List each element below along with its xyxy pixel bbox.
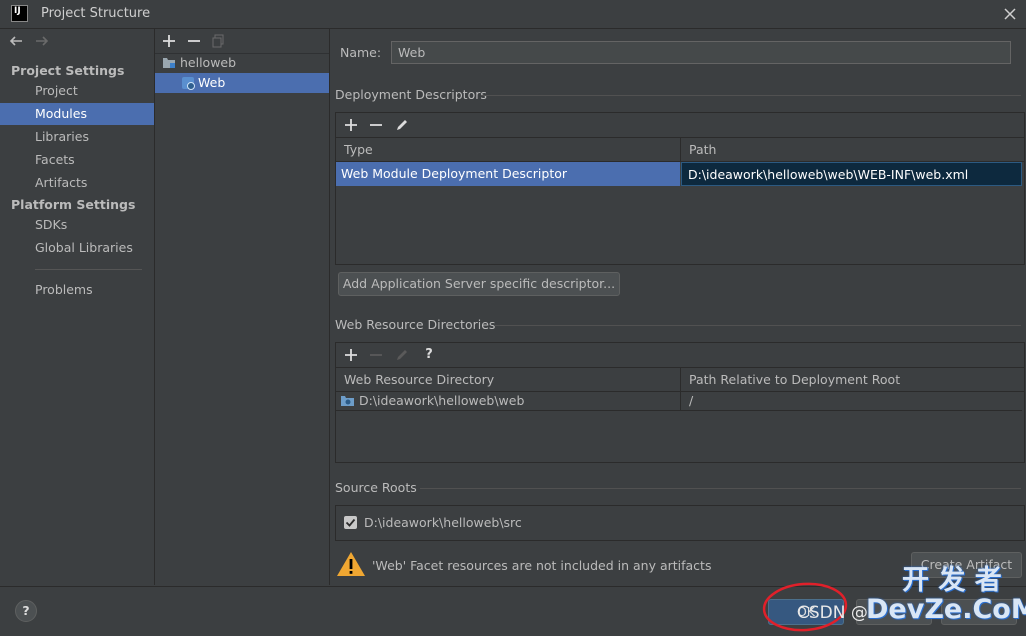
source-roots-header: Source Roots	[335, 480, 417, 495]
close-icon[interactable]	[1000, 4, 1020, 24]
edit-pencil-icon[interactable]	[393, 346, 411, 364]
name-label: Name:	[340, 45, 382, 60]
copy-icon[interactable]	[210, 32, 228, 50]
warning-icon	[336, 550, 366, 578]
source-root-checkbox[interactable]	[344, 516, 357, 529]
nav-item-modules[interactable]: Modules	[0, 103, 154, 125]
source-roots-panel: D:\ideawork\helloweb\src	[335, 505, 1025, 541]
tree-item-web[interactable]: Web	[155, 73, 329, 93]
section-divider	[420, 488, 1021, 489]
web-folder-icon	[340, 394, 355, 407]
nav-divider	[35, 269, 142, 270]
add-icon[interactable]	[342, 346, 360, 364]
tree-item-helloweb[interactable]: helloweb	[155, 53, 329, 73]
table-row[interactable]: D:\ideawork\helloweb\web /	[336, 392, 1022, 411]
warning-message: 'Web' Facet resources are not included i…	[372, 558, 712, 573]
column-header-web-resource-directory[interactable]: Web Resource Directory	[336, 368, 680, 391]
platform-settings-header: Platform Settings	[11, 197, 136, 212]
tree-item-label: Web	[198, 75, 226, 90]
intellij-logo-icon: IJ	[11, 5, 28, 22]
descriptor-table-header: Type Path	[336, 137, 1024, 162]
name-field[interactable]	[391, 41, 1011, 64]
remove-icon[interactable]	[367, 116, 385, 134]
back-arrow-icon[interactable]	[8, 33, 24, 49]
help-button[interactable]: ?	[15, 600, 37, 622]
forward-arrow-icon[interactable]	[34, 33, 50, 49]
remove-icon[interactable]	[185, 32, 203, 50]
deployment-descriptors-header: Deployment Descriptors	[335, 87, 487, 102]
nav-item-sdks[interactable]: SDKs	[0, 214, 154, 236]
add-server-descriptor-button[interactable]: Add Application Server specific descript…	[338, 272, 620, 296]
nav-item-artifacts[interactable]: Artifacts	[0, 172, 154, 194]
web-resource-panel: ? Web Resource Directory Path Relative t…	[335, 342, 1025, 463]
section-divider	[495, 325, 1021, 326]
nav-item-problems[interactable]: Problems	[0, 279, 154, 301]
nav-item-facets[interactable]: Facets	[0, 149, 154, 171]
nav-item-libraries[interactable]: Libraries	[0, 126, 154, 148]
title-bar: IJ Project Structure	[0, 0, 1026, 29]
web-resource-dir-cell: D:\ideawork\helloweb\web	[359, 393, 525, 408]
web-facet-icon	[181, 76, 195, 90]
add-icon[interactable]	[160, 32, 178, 50]
add-icon[interactable]	[342, 116, 360, 134]
watermark-right: 开 发 者 DevZe.CoM	[866, 565, 1026, 625]
tree-item-label: helloweb	[180, 55, 237, 70]
help-icon[interactable]: ?	[420, 344, 438, 362]
settings-nav: Project Settings Project Modules Librari…	[0, 29, 155, 585]
remove-icon[interactable]	[367, 346, 385, 364]
nav-item-project[interactable]: Project	[0, 80, 154, 102]
column-divider	[680, 392, 681, 410]
deployment-descriptors-panel: Type Path Web Module Deployment Descript…	[335, 112, 1025, 265]
project-settings-header: Project Settings	[11, 63, 125, 78]
window-title: Project Structure	[41, 6, 151, 21]
descriptor-path-cell[interactable]: D:\ideawork\helloweb\web\WEB-INF\web.xml	[681, 162, 1022, 186]
descriptor-type-cell: Web Module Deployment Descriptor	[336, 162, 680, 186]
watermark-left: CSDN @	[797, 603, 868, 623]
web-resource-directories-header: Web Resource Directories	[335, 317, 496, 332]
facet-settings: Name: Deployment Descriptors Type Path W…	[330, 29, 1026, 585]
column-header-type[interactable]: Type	[336, 138, 680, 161]
edit-pencil-icon[interactable]	[393, 116, 411, 134]
module-folder-icon	[162, 56, 176, 69]
column-header-path[interactable]: Path	[681, 138, 1021, 161]
descriptor-toolbar	[336, 113, 1024, 137]
column-header-relative-path[interactable]: Path Relative to Deployment Root	[681, 368, 1021, 391]
module-tree-panel: helloweb Web	[155, 29, 330, 585]
section-divider	[481, 95, 1021, 96]
table-row[interactable]: Web Module Deployment Descriptor D:\idea…	[336, 162, 1022, 187]
relative-path-cell[interactable]: /	[684, 389, 1014, 413]
nav-item-global-libraries[interactable]: Global Libraries	[0, 237, 154, 259]
web-resource-toolbar: ?	[336, 343, 1024, 367]
tree-toolbar	[155, 29, 329, 54]
source-root-path: D:\ideawork\helloweb\src	[364, 515, 522, 530]
